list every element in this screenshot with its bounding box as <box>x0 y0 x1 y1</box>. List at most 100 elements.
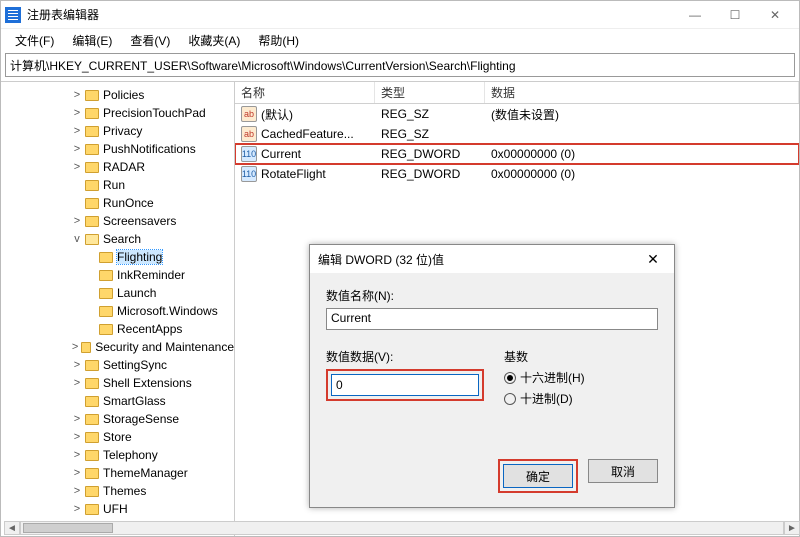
col-type[interactable]: 类型 <box>375 82 485 103</box>
chevron-right-icon[interactable]: > <box>71 413 83 425</box>
tree-node[interactable]: >RADAR <box>1 158 234 176</box>
chevron-right-icon[interactable]: > <box>71 449 83 461</box>
value-name-field[interactable]: Current <box>326 308 658 330</box>
chevron-down-icon[interactable]: v <box>71 233 83 245</box>
folder-icon <box>99 306 113 317</box>
tree-node[interactable]: > StorageSense <box>1 410 234 428</box>
chevron-right-icon[interactable]: > <box>71 485 83 497</box>
h-scrollbar[interactable]: ◄ ► <box>4 521 800 535</box>
tree-node[interactable]: >Screensavers <box>1 212 234 230</box>
chevron-right-icon[interactable]: > <box>71 143 83 155</box>
close-button[interactable]: ✕ <box>755 2 795 28</box>
tree-node[interactable]: Run <box>1 176 234 194</box>
tree-label: Telephony <box>103 448 158 462</box>
menu-item[interactable]: 编辑(E) <box>64 30 120 51</box>
tree-node[interactable]: >Security and Maintenance <box>1 338 234 356</box>
tree-node[interactable]: > PushNotifications <box>1 140 234 158</box>
radio-dec[interactable]: 十进制(D) <box>504 390 585 407</box>
chevron-right-icon[interactable]: > <box>71 107 83 119</box>
value-row[interactable]: 110CurrentREG_DWORD0x00000000 (0) <box>235 144 799 164</box>
ok-highlight: 确定 <box>498 459 578 493</box>
tree-node[interactable]: >SettingSync <box>1 356 234 374</box>
address-bar[interactable]: 计算机\HKEY_CURRENT_USER\Software\Microsoft… <box>5 53 795 77</box>
chevron-right-icon[interactable]: > <box>71 467 83 479</box>
tree-node[interactable]: Launch <box>1 284 234 302</box>
value-name-label: 数值名称(N): <box>326 287 658 304</box>
value-data-label: 数值数据(V): <box>326 348 484 365</box>
chevron-right-icon[interactable]: > <box>71 503 83 515</box>
tree-node[interactable]: Flighting <box>1 248 234 266</box>
col-data[interactable]: 数据 <box>485 82 799 103</box>
value-data-input[interactable] <box>331 374 479 396</box>
value-data-highlight <box>326 369 484 401</box>
radio-dot-icon <box>504 372 516 384</box>
tree-label: RecentApps <box>117 322 182 336</box>
scroll-track[interactable] <box>20 521 784 535</box>
tree-node[interactable]: >Themes <box>1 482 234 500</box>
folder-icon <box>85 360 99 371</box>
chevron-right-icon[interactable]: > <box>71 161 83 173</box>
menu-item[interactable]: 收藏夹(A) <box>180 30 248 51</box>
dialog-title: 编辑 DWORD (32 位)值 <box>318 251 640 268</box>
edit-dword-dialog: 编辑 DWORD (32 位)值 ✕ 数值名称(N): Current 数值数据… <box>309 244 675 508</box>
minimize-button[interactable]: — <box>675 2 715 28</box>
tree-node[interactable]: >PrecisionTouchPad <box>1 104 234 122</box>
chevron-right-icon[interactable]: > <box>71 341 79 353</box>
list-header: 名称 类型 数据 <box>235 82 799 104</box>
binary-value-icon: 110 <box>241 146 257 162</box>
dialog-titlebar: 编辑 DWORD (32 位)值 ✕ <box>310 245 674 273</box>
value-type: REG_DWORD <box>375 167 485 181</box>
ok-button[interactable]: 确定 <box>503 464 573 488</box>
tree-label: UFH <box>103 502 128 516</box>
tree-node[interactable]: > Telephony <box>1 446 234 464</box>
tree-label: StorageSense <box>103 412 179 426</box>
cancel-button[interactable]: 取消 <box>588 459 658 483</box>
tree-node[interactable]: > Shell Extensions <box>1 374 234 392</box>
scroll-thumb[interactable] <box>23 523 113 533</box>
folder-icon <box>85 504 99 515</box>
tree-node[interactable]: vSearch <box>1 230 234 248</box>
binary-value-icon: 110 <box>241 166 257 182</box>
tree-node[interactable]: RecentApps <box>1 320 234 338</box>
tree-label: InkReminder <box>117 268 185 282</box>
tree-label: Shell Extensions <box>103 376 192 390</box>
folder-icon <box>99 288 113 299</box>
scroll-left-button[interactable]: ◄ <box>4 521 20 535</box>
chevron-right-icon[interactable]: > <box>71 215 83 227</box>
value-data: (数值未设置) <box>485 106 799 123</box>
value-row[interactable]: 110RotateFlightREG_DWORD0x00000000 (0) <box>235 164 799 184</box>
menu-item[interactable]: 帮助(H) <box>250 30 307 51</box>
tree-node[interactable]: InkReminder <box>1 266 234 284</box>
chevron-right-icon[interactable]: > <box>71 359 83 371</box>
dialog-close-button[interactable]: ✕ <box>640 246 666 272</box>
tree-node[interactable]: RunOnce <box>1 194 234 212</box>
menu-item[interactable]: 文件(F) <box>7 30 62 51</box>
radio-hex[interactable]: 十六进制(H) <box>504 369 585 386</box>
col-name[interactable]: 名称 <box>235 82 375 103</box>
dialog-body: 数值名称(N): Current 数值数据(V): 基数 十六进制(H) 十进制… <box>310 273 674 445</box>
value-type: REG_SZ <box>375 107 485 121</box>
tree-node[interactable]: >Policies <box>1 86 234 104</box>
maximize-button[interactable]: ☐ <box>715 2 755 28</box>
tree-label: PushNotifications <box>103 142 196 156</box>
value-type: REG_DWORD <box>375 147 485 161</box>
chevron-right-icon[interactable]: > <box>71 377 83 389</box>
scroll-right-button[interactable]: ► <box>784 521 800 535</box>
tree-node[interactable]: Microsoft.Windows <box>1 302 234 320</box>
tree-node[interactable]: > UFH <box>1 500 234 518</box>
tree-pane[interactable]: >Policies>PrecisionTouchPad>Privacy>Push… <box>1 82 235 536</box>
chevron-right-icon[interactable]: > <box>71 125 83 137</box>
tree-node[interactable]: >ThemeManager <box>1 464 234 482</box>
tree-node[interactable]: >Store <box>1 428 234 446</box>
folder-icon <box>85 486 99 497</box>
window-buttons: — ☐ ✕ <box>675 2 795 28</box>
tree-node[interactable]: SmartGlass <box>1 392 234 410</box>
chevron-right-icon[interactable]: > <box>71 431 83 443</box>
value-row[interactable]: ab(默认)REG_SZ(数值未设置) <box>235 104 799 124</box>
menu-item[interactable]: 查看(V) <box>122 30 178 51</box>
tree-label: Flighting <box>117 250 162 264</box>
chevron-right-icon[interactable]: > <box>71 89 83 101</box>
value-row[interactable]: abCachedFeature...REG_SZ <box>235 124 799 144</box>
folder-icon <box>85 198 99 209</box>
tree-node[interactable]: >Privacy <box>1 122 234 140</box>
